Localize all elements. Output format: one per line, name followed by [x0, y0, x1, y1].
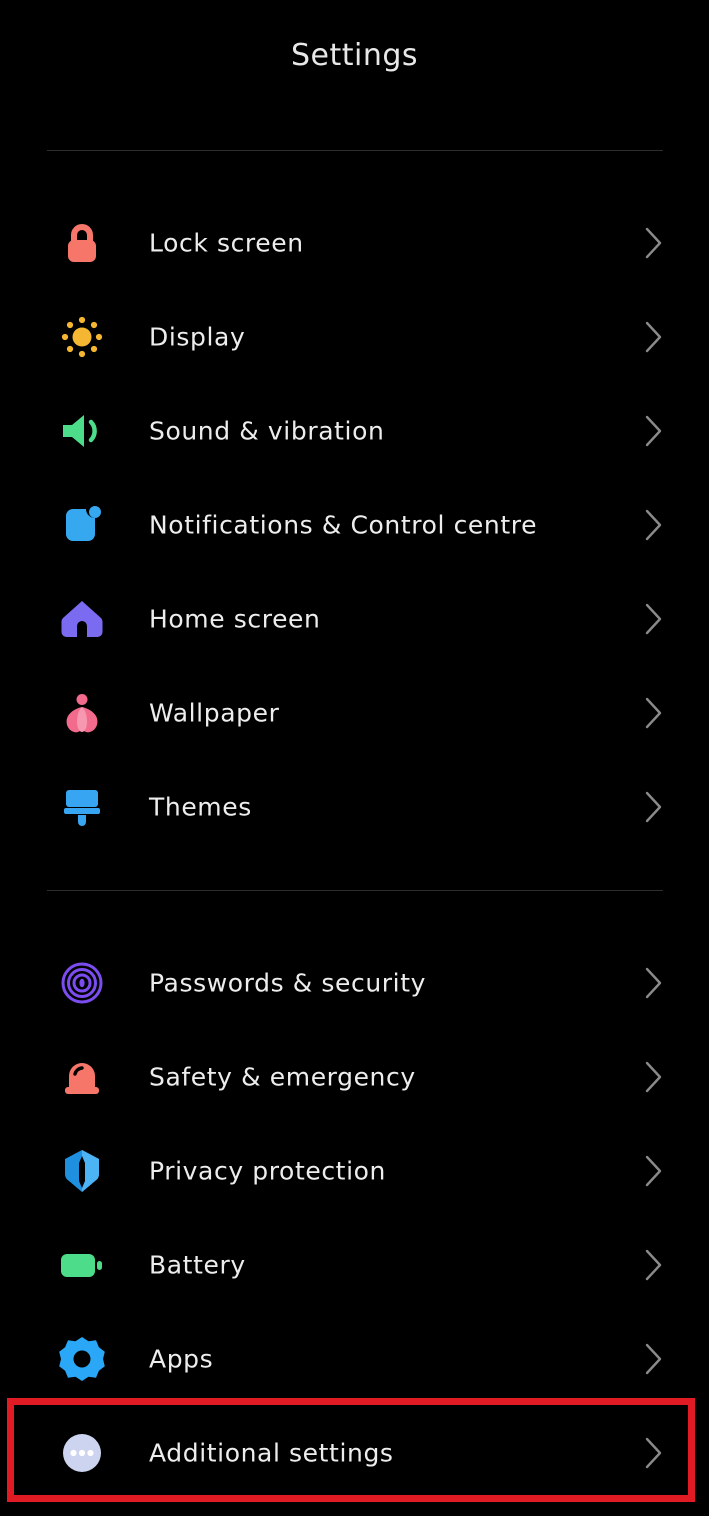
settings-group-system: Passwords & security Safety & emergency [0, 936, 709, 1500]
fingerprint-icon [56, 957, 108, 1009]
settings-row-lock-screen[interactable]: Lock screen [0, 196, 709, 290]
battery-icon [56, 1239, 108, 1291]
settings-row-label: Display [149, 322, 246, 352]
chevron-right-icon [643, 226, 665, 260]
settings-row-label: Additional settings [149, 1438, 394, 1468]
settings-row-label: Safety & emergency [149, 1062, 416, 1092]
settings-row-apps[interactable]: Apps [0, 1312, 709, 1406]
settings-row-label: Privacy protection [149, 1156, 386, 1186]
chevron-right-icon [643, 1060, 665, 1094]
chevron-right-icon [643, 966, 665, 1000]
chevron-right-icon [643, 1154, 665, 1188]
settings-row-label: Home screen [149, 604, 321, 634]
settings-row-safety-emergency[interactable]: Safety & emergency [0, 1030, 709, 1124]
chevron-right-icon [643, 414, 665, 448]
ellipsis-icon [56, 1427, 108, 1479]
home-icon [56, 593, 108, 645]
chevron-right-icon [643, 602, 665, 636]
settings-row-label: Themes [149, 792, 252, 822]
settings-row-passwords-security[interactable]: Passwords & security [0, 936, 709, 1030]
chevron-right-icon [643, 1342, 665, 1376]
settings-row-label: Wallpaper [149, 698, 280, 728]
settings-row-label: Lock screen [149, 228, 304, 258]
chevron-right-icon [643, 1248, 665, 1282]
chevron-right-icon [643, 1436, 665, 1470]
settings-row-themes[interactable]: Themes [0, 760, 709, 854]
chevron-right-icon [643, 790, 665, 824]
flower-icon [56, 687, 108, 739]
settings-row-display[interactable]: Display [0, 290, 709, 384]
chevron-right-icon [643, 696, 665, 730]
header: Settings [0, 0, 709, 110]
divider-middle [47, 890, 663, 891]
sun-icon [56, 311, 108, 363]
notification-icon [56, 499, 108, 551]
shield-icon [56, 1145, 108, 1197]
gear-icon [56, 1333, 108, 1385]
settings-row-home-screen[interactable]: Home screen [0, 572, 709, 666]
settings-row-label: Sound & vibration [149, 416, 385, 446]
bell-icon [56, 1051, 108, 1103]
settings-group-personalisation: Lock screen Display Sound & vibration No… [0, 196, 709, 854]
settings-row-label: Battery [149, 1250, 246, 1280]
page-title: Settings [290, 37, 419, 73]
settings-screen: Settings Lock screen Display Sound & vib… [0, 0, 709, 1516]
settings-row-label: Notifications & Control centre [149, 510, 538, 540]
settings-row-sound-vibration[interactable]: Sound & vibration [0, 384, 709, 478]
settings-row-battery[interactable]: Battery [0, 1218, 709, 1312]
chevron-right-icon [643, 508, 665, 542]
settings-row-privacy-protection[interactable]: Privacy protection [0, 1124, 709, 1218]
settings-row-label: Passwords & security [149, 968, 427, 998]
chevron-right-icon [643, 320, 665, 354]
settings-row-additional-settings[interactable]: Additional settings [0, 1406, 709, 1500]
lock-icon [56, 217, 108, 269]
settings-row-label: Apps [149, 1344, 214, 1374]
speaker-icon [56, 405, 108, 457]
settings-row-wallpaper[interactable]: Wallpaper [0, 666, 709, 760]
settings-row-notifications[interactable]: Notifications & Control centre [0, 478, 709, 572]
divider-top [47, 150, 663, 151]
paintbrush-icon [56, 781, 108, 833]
